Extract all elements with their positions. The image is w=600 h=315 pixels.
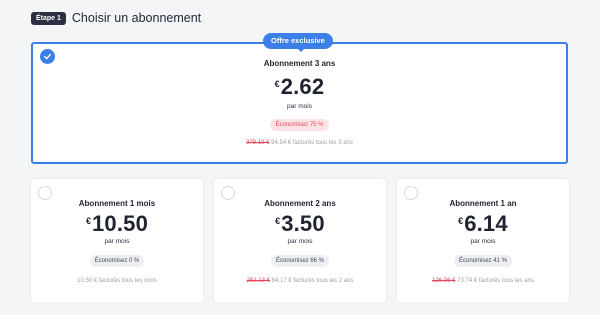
billing-text: 73.74 € facturés tous les ans bbox=[457, 278, 534, 284]
plan-card-2-years[interactable]: Abonnement 2 ans € 3.50 par mois Économi… bbox=[214, 179, 386, 302]
exclusive-offer-badge-pointer bbox=[297, 48, 305, 52]
plan-card-1-year[interactable]: Abonnement 1 an € 6.14 par mois Économis… bbox=[397, 179, 569, 302]
savings-badge: Économisez 0 % bbox=[89, 255, 145, 267]
price: € 10.50 bbox=[31, 212, 203, 236]
billing-info: 10.50 € facturés tous les mois bbox=[31, 278, 203, 284]
page-title: Choisir un abonnement bbox=[71, 11, 202, 25]
old-price: 252.13 € bbox=[246, 278, 270, 284]
price-value: 6.14 bbox=[464, 211, 508, 236]
plan-title: Abonnement 1 mois bbox=[78, 199, 156, 208]
step-badge: Étape 1 bbox=[31, 11, 66, 25]
price-value: 2.62 bbox=[280, 74, 325, 99]
billing-text: 94.54 € facturés tous les 3 ans bbox=[271, 140, 353, 146]
price-period: par mois bbox=[287, 103, 312, 110]
currency-symbol: € bbox=[458, 216, 464, 226]
savings-row: Économisez 41 % bbox=[397, 255, 569, 267]
currency-symbol: € bbox=[274, 79, 280, 89]
billing-text: 10.50 € facturés tous les mois bbox=[77, 278, 157, 284]
old-price: 378.19 € bbox=[246, 140, 270, 146]
savings-badge: Économisez 41 % bbox=[453, 255, 513, 267]
savings-row: Économisez 75 % bbox=[33, 119, 566, 131]
plan-card-3-years[interactable]: Abonnement 3 ans € 2.62 par mois Économi… bbox=[31, 42, 568, 164]
price: € 6.14 bbox=[397, 212, 569, 236]
price-value: 3.50 bbox=[281, 211, 325, 236]
savings-row: Économisez 66 % bbox=[214, 255, 386, 267]
price-period: par mois bbox=[104, 238, 130, 245]
savings-row: Économisez 0 % bbox=[31, 255, 203, 267]
exclusive-offer-badge: Offre exclusive bbox=[263, 33, 333, 49]
savings-badge: Économisez 75 % bbox=[270, 119, 329, 131]
currency-symbol: € bbox=[85, 216, 91, 226]
radio-button[interactable] bbox=[404, 186, 418, 200]
price: € 3.50 bbox=[214, 212, 386, 236]
radio-button[interactable] bbox=[221, 186, 235, 200]
plan-title: Abonnement 2 ans bbox=[264, 199, 336, 208]
price-period: par mois bbox=[470, 238, 496, 245]
savings-badge: Économisez 66 % bbox=[270, 255, 330, 267]
billing-info: 126.06 € 73.74 € facturés tous les ans bbox=[397, 278, 569, 284]
old-price: 126.06 € bbox=[432, 278, 456, 284]
plan-title: Abonnement 1 an bbox=[449, 199, 517, 208]
price-period: par mois bbox=[287, 238, 313, 245]
billing-info: 252.13 € 84.17 € facturés tous les 2 ans bbox=[214, 278, 386, 284]
plan-card-1-month[interactable]: Abonnement 1 mois € 10.50 par mois Écono… bbox=[31, 179, 203, 302]
billing-info: 378.19 € 94.54 € facturés tous les 3 ans bbox=[33, 140, 566, 146]
price-value: 10.50 bbox=[91, 211, 149, 236]
plan-title: Abonnement 3 ans bbox=[263, 59, 336, 68]
page-header: Étape 1 Choisir un abonnement bbox=[31, 11, 201, 25]
radio-button[interactable] bbox=[38, 186, 52, 200]
currency-symbol: € bbox=[275, 216, 281, 226]
price: € 2.62 bbox=[33, 75, 566, 99]
billing-text: 84.17 € facturés tous les 2 ans bbox=[271, 278, 354, 284]
